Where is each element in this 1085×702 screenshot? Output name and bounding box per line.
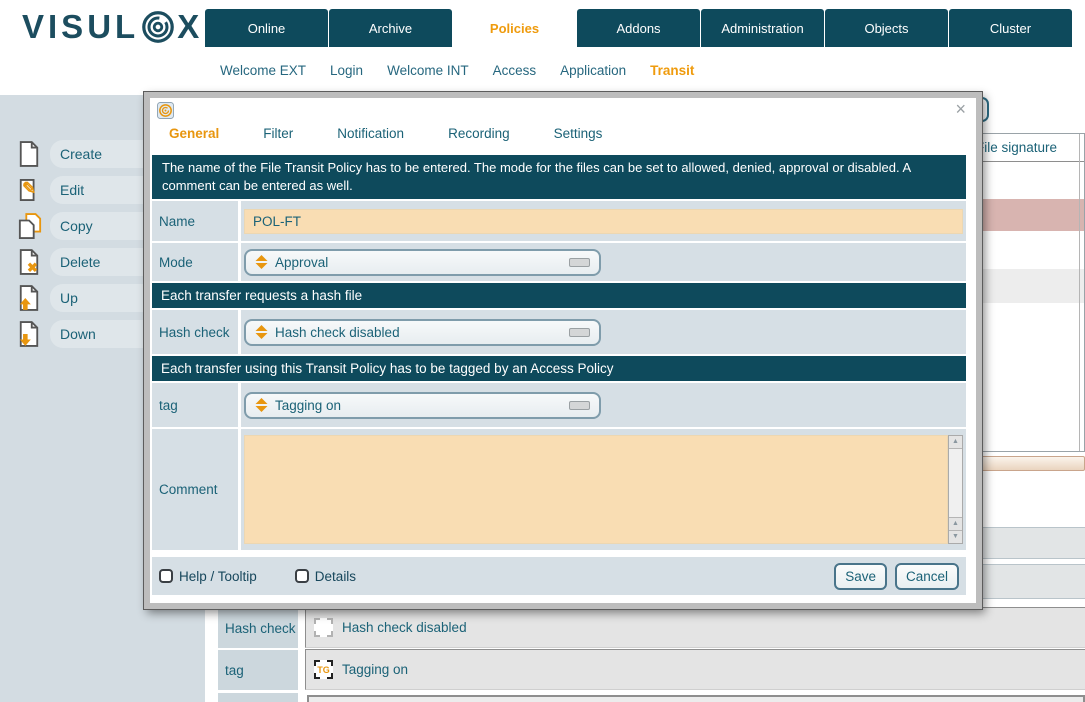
tag-field-cell: Tagging on — [241, 383, 966, 427]
subnav-welcome-int[interactable]: Welcome INT — [387, 60, 469, 81]
background-hash-check-label: Hash check — [218, 608, 298, 648]
nav-tab-archive[interactable]: Archive — [329, 9, 452, 47]
nav-tab-online[interactable]: Online — [205, 9, 328, 47]
mode-field-cell: Approval — [241, 243, 966, 281]
dialog-footer: Help / Tooltip Details Save Cancel — [152, 557, 966, 595]
sort-diamond-icon — [255, 255, 268, 269]
dialog-titlebar: × — [152, 102, 966, 122]
delete-page-icon: ✖ — [18, 249, 42, 276]
background-row-label-partial — [218, 693, 298, 702]
tag-row: tag Tagging on — [152, 383, 966, 427]
edit-pencil-icon: ✎ — [18, 177, 42, 204]
name-label: Name — [152, 201, 238, 241]
logo-text-left: VISUL — [22, 8, 139, 46]
transit-policy-dialog: × General Filter Notification Recording … — [144, 92, 982, 609]
copy-pages-icon — [18, 213, 42, 240]
scroll-track[interactable] — [949, 449, 962, 517]
mode-label: Mode — [152, 243, 238, 281]
logo-spiral-icon — [140, 9, 176, 45]
move-up-arrow-icon — [18, 285, 42, 312]
help-tooltip-checkbox[interactable] — [159, 569, 173, 583]
comment-field-cell: ▲ ▲ ▼ — [241, 429, 966, 550]
hash-check-dropdown[interactable]: Hash check disabled — [244, 319, 601, 346]
visulox-logo: VISUL X — [22, 8, 203, 46]
background-tag-value: TG Tagging on — [305, 649, 1085, 690]
policies-subnav: Welcome EXT Login Welcome INT Access App… — [220, 60, 694, 81]
details-label: Details — [315, 569, 356, 584]
tab-settings[interactable]: Settings — [554, 126, 603, 148]
hash-section-banner: Each transfer requests a hash file — [152, 283, 966, 308]
dropdown-handle-icon[interactable] — [569, 328, 590, 337]
background-tag-text: Tagging on — [342, 662, 408, 677]
sort-diamond-icon — [255, 398, 268, 412]
subnav-access[interactable]: Access — [493, 60, 537, 81]
nav-tab-cluster[interactable]: Cluster — [949, 9, 1072, 47]
main-navigation: Online Archive Policies Addons Administr… — [205, 9, 1073, 47]
tag-section-banner: Each transfer using this Transit Policy … — [152, 356, 966, 381]
tag-icon: TG — [314, 660, 333, 679]
mode-value: Approval — [275, 255, 328, 270]
hash-check-label: Hash check — [152, 310, 238, 354]
name-input[interactable]: POL-FT — [244, 209, 963, 234]
name-field-cell: POL-FT — [241, 201, 966, 241]
comment-row: Comment ▲ ▲ ▼ — [152, 429, 966, 550]
comment-textarea[interactable] — [244, 435, 948, 544]
nav-tab-objects[interactable]: Objects — [825, 9, 948, 47]
dropdown-handle-icon[interactable] — [569, 401, 590, 410]
create-page-icon — [18, 141, 42, 168]
help-tooltip-label: Help / Tooltip — [179, 569, 257, 584]
tag-label: tag — [152, 383, 238, 427]
nav-tab-policies[interactable]: Policies — [453, 9, 576, 47]
comment-label: Comment — [152, 429, 238, 550]
nav-tab-addons[interactable]: Addons — [577, 9, 700, 47]
background-hash-check-text: Hash check disabled — [342, 620, 467, 635]
cancel-button[interactable]: Cancel — [895, 563, 959, 590]
logo-text-right: X — [177, 8, 203, 46]
scroll-down-icon[interactable]: ▼ — [949, 530, 962, 543]
details-checkbox[interactable] — [295, 569, 309, 583]
dropdown-handle-icon[interactable] — [569, 258, 590, 267]
background-hash-check-value: Hash check disabled — [305, 607, 1085, 648]
tag-dropdown[interactable]: Tagging on — [244, 392, 601, 419]
subnav-application[interactable]: Application — [560, 60, 626, 81]
move-down-arrow-icon — [18, 321, 42, 348]
tag-value: Tagging on — [275, 398, 341, 413]
close-icon[interactable]: × — [955, 102, 966, 116]
mode-dropdown[interactable]: Approval — [244, 249, 601, 276]
hash-check-field-cell: Hash check disabled — [241, 310, 966, 354]
background-tag-label: tag — [218, 650, 298, 690]
subnav-welcome-ext[interactable]: Welcome EXT — [220, 60, 306, 81]
scroll-up-icon[interactable]: ▲ — [949, 517, 962, 530]
nav-tab-administration[interactable]: Administration — [701, 9, 824, 47]
background-field-partial — [307, 695, 1085, 702]
dialog-app-icon — [157, 102, 174, 119]
tab-filter[interactable]: Filter — [263, 126, 293, 148]
mode-row: Mode Approval — [152, 243, 966, 281]
dialog-tabs: General Filter Notification Recording Se… — [152, 126, 966, 148]
comment-scrollbar[interactable]: ▲ ▲ ▼ — [948, 435, 963, 544]
file-signature-column-header[interactable]: File signature — [976, 140, 1057, 155]
sort-diamond-icon — [255, 325, 268, 339]
tab-recording[interactable]: Recording — [448, 126, 510, 148]
save-button[interactable]: Save — [834, 563, 887, 590]
table-column-divider — [1079, 134, 1080, 451]
subnav-login[interactable]: Login — [330, 60, 363, 81]
hash-check-disabled-icon — [314, 618, 333, 637]
scroll-up-icon[interactable]: ▲ — [949, 436, 962, 449]
tab-notification[interactable]: Notification — [337, 126, 404, 148]
tab-general[interactable]: General — [169, 126, 219, 148]
name-row: Name POL-FT — [152, 201, 966, 241]
subnav-transit[interactable]: Transit — [650, 60, 694, 81]
hash-check-row: Hash check Hash check disabled — [152, 310, 966, 354]
hash-check-value: Hash check disabled — [275, 325, 400, 340]
application-window: VISUL X Online Archive Policies Addons A… — [0, 0, 1085, 702]
dialog-info-banner: The name of the File Transit Policy has … — [152, 155, 966, 199]
